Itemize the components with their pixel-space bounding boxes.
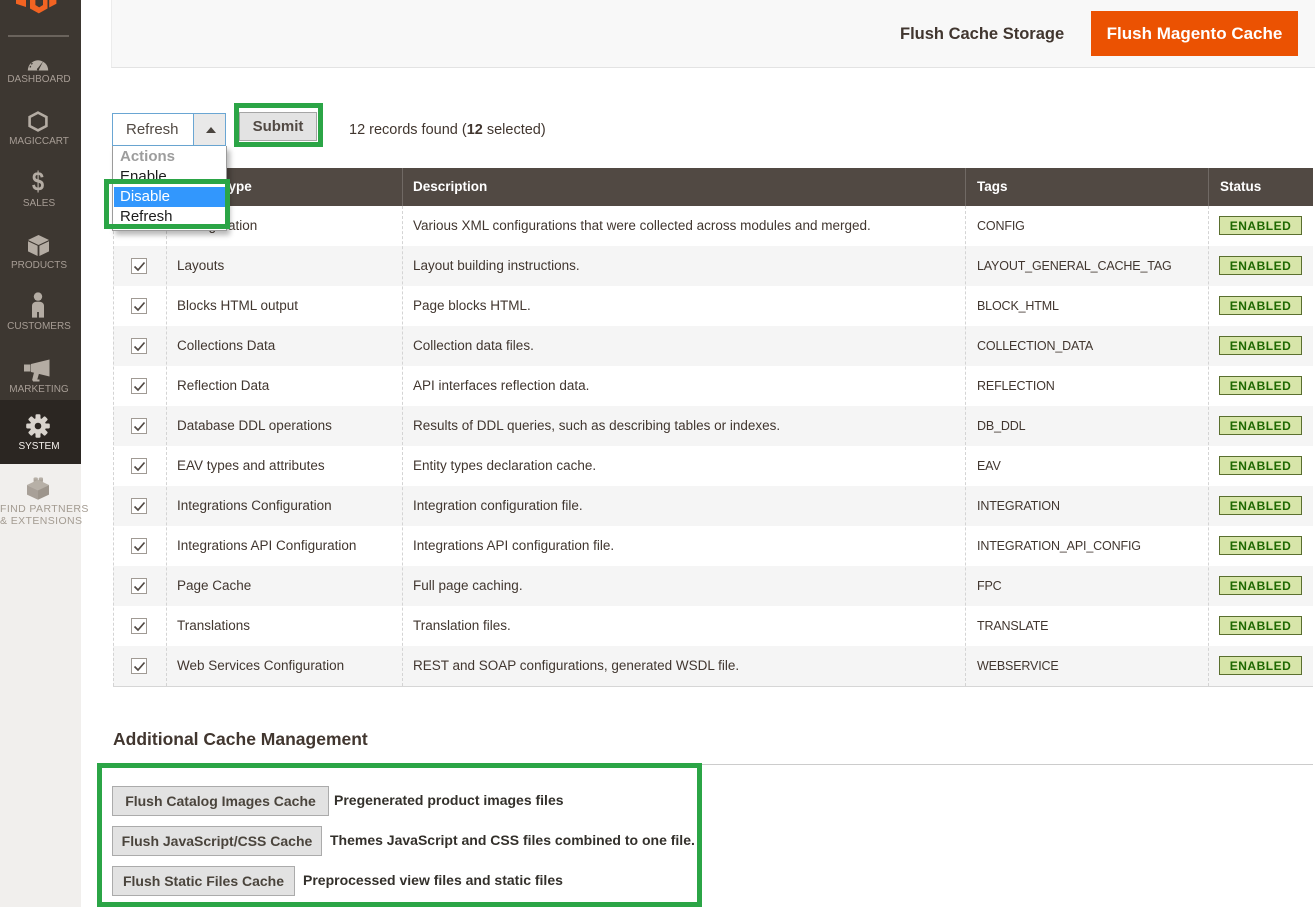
svg-text:$: $ (32, 168, 45, 195)
